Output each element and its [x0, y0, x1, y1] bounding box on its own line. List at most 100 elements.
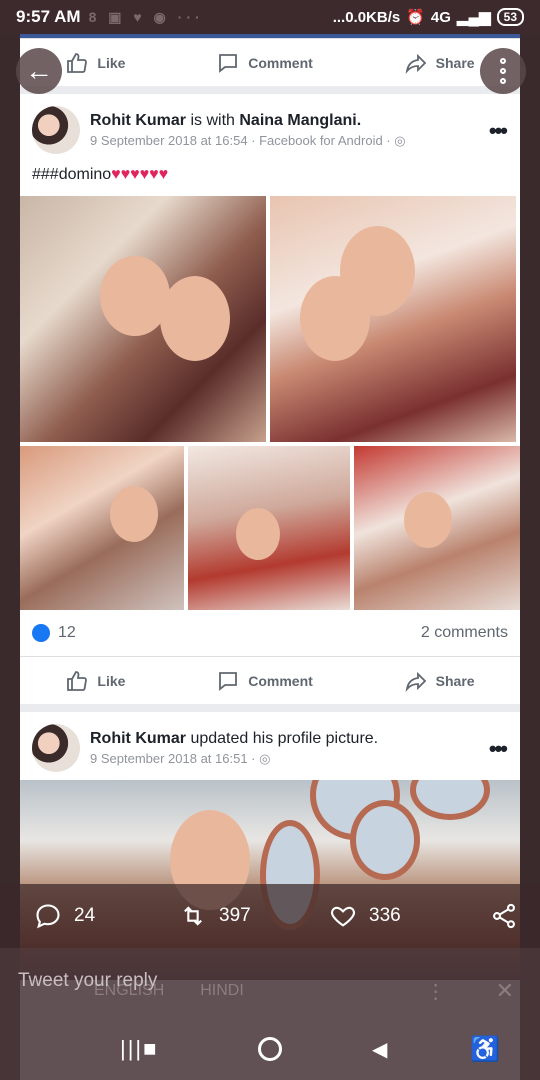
reply-input[interactable]: Tweet your reply: [18, 970, 157, 992]
overflow-menu-button[interactable]: [480, 48, 526, 94]
share-arrow-icon: [405, 671, 426, 692]
post-title: Rohit Kumar is with Naina Manglani.: [90, 112, 406, 130]
tweet-like-button[interactable]: 336: [329, 902, 479, 930]
author-name[interactable]: Rohit Kumar: [90, 112, 186, 129]
photo-grid-top: [20, 196, 520, 442]
photo-3[interactable]: [20, 446, 184, 610]
dot-icon: [500, 58, 506, 64]
post-header-text: Rohit Kumar updated his profile picture.…: [90, 730, 378, 767]
battery-indicator: 53: [496, 8, 524, 26]
post-meta: 9 September 2018 at 16:51 · ◎: [90, 751, 378, 767]
photo-mirror: [350, 800, 420, 880]
post-card: Rohit Kumar is with Naina Manglani. 9 Se…: [20, 94, 520, 704]
with-text: is with: [190, 111, 235, 129]
like-count: 336: [369, 905, 401, 926]
retweet-icon: [184, 906, 202, 926]
post-timestamp[interactable]: 9 September 2018 at 16:51 ·: [90, 751, 256, 766]
comment-label: Comment: [248, 54, 313, 71]
notification-icons: 8 ▣ ♥ ◉ ···: [88, 8, 204, 25]
like-label: Like: [97, 54, 126, 71]
photo-face: [160, 276, 230, 361]
share-label: Share: [435, 672, 475, 689]
share-arrow-icon: [405, 53, 426, 74]
status-bar: 9:57 AM 8 ▣ ♥ ◉ ··· ...0.0KB/s ⏰ 4G ▂▄▆ …: [0, 0, 540, 34]
more-options-icon[interactable]: •••: [489, 118, 508, 144]
reactions-row: 12 2 comments: [20, 610, 520, 656]
alarm-icon: ⏰: [406, 9, 425, 26]
author-name[interactable]: Rohit Kumar: [90, 730, 186, 747]
action-text: updated his profile picture.: [190, 729, 379, 747]
home-icon[interactable]: [258, 1037, 282, 1061]
accessibility-icon[interactable]: ♿: [470, 1035, 500, 1064]
like-button[interactable]: Like: [65, 51, 125, 75]
comment-button[interactable]: Comment: [216, 51, 313, 75]
photo-face: [236, 508, 280, 560]
close-icon[interactable]: ✕: [496, 978, 514, 1004]
status-right: ...0.0KB/s ⏰ 4G ▂▄▆ 53: [333, 8, 524, 26]
heart-icon: [331, 906, 355, 927]
dot-icon: [500, 78, 506, 84]
tagged-name[interactable]: Naina Manglani.: [239, 112, 361, 129]
photo-1[interactable]: [20, 196, 266, 442]
post-timestamp[interactable]: 9 September 2018 at 16:54 · Facebook for…: [90, 133, 391, 148]
share-button[interactable]: Share: [404, 669, 475, 693]
post-actions-top: Like Comment Share: [20, 38, 520, 86]
comments-count[interactable]: 2 comments: [421, 624, 508, 642]
comment-icon: [219, 671, 238, 691]
thumbs-up-icon: [67, 52, 88, 73]
like-reaction-icon: [32, 624, 50, 642]
language-hindi[interactable]: HINDI: [200, 982, 244, 1000]
avatar[interactable]: [32, 106, 80, 154]
tweet-share-button[interactable]: [490, 902, 518, 930]
post-header: Rohit Kumar updated his profile picture.…: [20, 712, 520, 780]
back-button[interactable]: ←: [16, 48, 62, 94]
globe-icon: ◎: [259, 750, 271, 766]
retweet-button[interactable]: 397: [179, 902, 329, 930]
network-speed: ...0.0KB/s: [332, 8, 401, 26]
reply-icon: [36, 904, 60, 929]
like-button[interactable]: Like: [65, 669, 125, 693]
like-count-value: 12: [58, 624, 76, 641]
back-triangle-icon[interactable]: ◀: [372, 1037, 387, 1062]
caption-text: ###domino: [32, 166, 112, 183]
retweet-count: 397: [219, 905, 251, 926]
photo-face: [110, 486, 158, 542]
system-nav-bar: |||■ ◀ ♿: [0, 1018, 540, 1080]
photo-mirror: [410, 780, 490, 820]
status-time: 9:57 AM: [16, 7, 81, 26]
share-nodes-icon: [493, 903, 515, 929]
tweet-action-bar: 24 397 336: [0, 884, 540, 948]
photo-2[interactable]: [270, 196, 516, 442]
reply-button[interactable]: 24: [34, 902, 179, 930]
signal-icon: ▂▄▆: [456, 9, 491, 26]
globe-icon: ◎: [394, 132, 406, 148]
post-meta: 9 September 2018 at 16:54 · Facebook for…: [90, 133, 406, 149]
comment-icon: [219, 53, 238, 73]
recents-icon[interactable]: |||■: [120, 1036, 158, 1062]
comment-button[interactable]: Comment: [216, 669, 313, 693]
keyboard-more-icon[interactable]: ⋮: [426, 979, 446, 1004]
post-header: Rohit Kumar is with Naina Manglani. 9 Se…: [20, 94, 520, 162]
hearts-emoji: ♥♥♥♥♥♥: [111, 166, 169, 183]
share-label: Share: [435, 54, 475, 71]
arrow-left-icon: ←: [25, 55, 53, 86]
like-count[interactable]: 12: [32, 624, 76, 642]
like-label: Like: [97, 672, 126, 689]
more-options-icon[interactable]: •••: [489, 736, 508, 762]
comment-label: Comment: [248, 672, 313, 689]
post-caption: ###domino♥♥♥♥♥♥: [20, 162, 520, 196]
photo-5[interactable]: [354, 446, 520, 610]
signal-type: 4G: [430, 8, 451, 26]
photo-4[interactable]: [188, 446, 350, 610]
share-button[interactable]: Share: [404, 51, 475, 75]
post-title: Rohit Kumar updated his profile picture.: [90, 730, 378, 748]
thumbs-up-icon: [67, 670, 88, 691]
avatar[interactable]: [32, 724, 80, 772]
dot-icon: [500, 68, 506, 74]
photo-grid-bottom: [20, 446, 520, 610]
reply-count: 24: [74, 905, 96, 926]
post-header-text: Rohit Kumar is with Naina Manglani. 9 Se…: [90, 112, 406, 149]
post-actions: Like Comment Share: [20, 656, 520, 704]
photo-face: [404, 492, 452, 548]
photo-face: [340, 226, 415, 316]
